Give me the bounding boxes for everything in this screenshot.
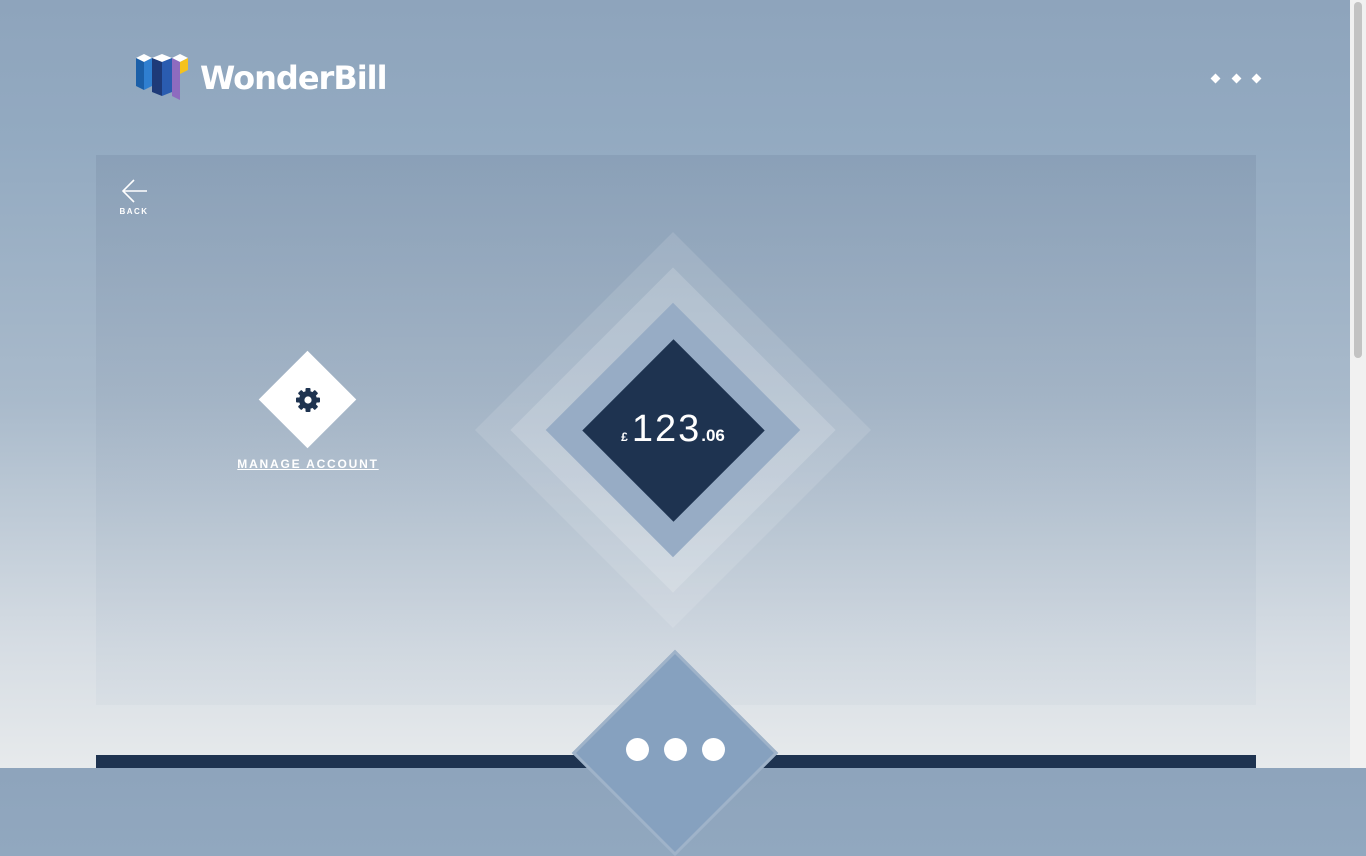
manage-account-link[interactable]: MANAGE ACCOUNT [228, 457, 388, 471]
pager-dot[interactable] [702, 738, 725, 761]
balance-pence: .06 [701, 426, 725, 445]
wonderbill-cube-logo-icon [136, 54, 188, 100]
more-dot [1231, 73, 1241, 83]
back-button[interactable]: BACK [118, 178, 150, 216]
more-dot [1210, 73, 1221, 83]
balance-whole: 123 [631, 408, 702, 450]
currency-symbol: £ [621, 430, 628, 444]
scrollbar-track[interactable] [1350, 0, 1366, 768]
brand-logo[interactable]: WonderBill [134, 54, 388, 102]
back-label: BACK [119, 207, 149, 216]
pager-dot[interactable] [664, 738, 687, 761]
more-menu-button[interactable] [1210, 70, 1262, 86]
arrow-left-icon [121, 179, 147, 203]
brand-name: WonderBill [200, 59, 388, 97]
more-dot [1251, 73, 1262, 83]
scrollbar-thumb[interactable] [1354, 2, 1362, 358]
balance-amount: £ 123 .06 [598, 408, 748, 451]
pager-dot[interactable] [626, 738, 649, 761]
carousel-pager [626, 738, 725, 761]
gear-icon [296, 388, 320, 412]
